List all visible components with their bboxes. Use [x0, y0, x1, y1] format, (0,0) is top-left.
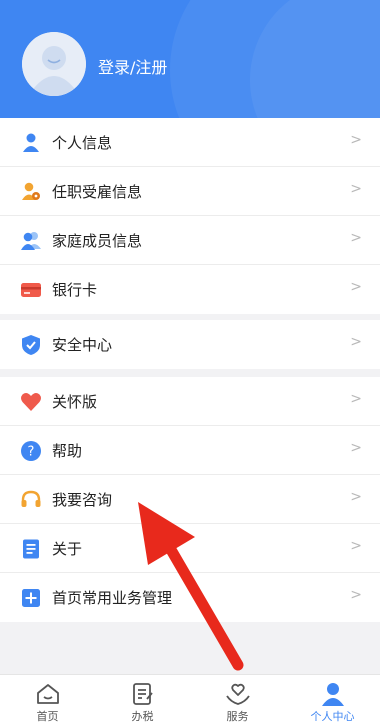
menu-item-label: 家庭成员信息	[52, 232, 143, 250]
avatar-icon	[22, 32, 86, 96]
avatar[interactable]	[22, 32, 86, 96]
chevron-right-icon: >	[350, 230, 362, 246]
menu-item-home-business-manage[interactable]: 首页常用业务管理 >	[0, 573, 380, 622]
svg-text:?: ?	[28, 445, 35, 460]
tab-label: 个人中心	[310, 710, 355, 723]
tab-user-center[interactable]: 个人中心	[285, 675, 380, 726]
menu-item-label: 个人信息	[52, 134, 113, 152]
person-icon	[20, 132, 42, 154]
chevron-right-icon: >	[350, 132, 362, 148]
menu-group-security: 安全中心 >	[0, 320, 380, 369]
tab-label: 服务	[226, 710, 249, 723]
menu-item-label: 首页常用业务管理	[52, 589, 173, 607]
tab-home[interactable]: 首页	[0, 675, 95, 726]
menu-item-employment-info[interactable]: 任职受雇信息 >	[0, 167, 380, 216]
menu-item-family-info[interactable]: 家庭成员信息 >	[0, 216, 380, 265]
tax-form-icon	[133, 683, 153, 705]
login-register-link[interactable]: 登录/注册	[98, 54, 167, 78]
shield-icon	[20, 334, 42, 356]
menu-item-help[interactable]: ? 帮助 >	[0, 426, 380, 475]
menu-item-label: 安全中心	[52, 336, 113, 354]
tab-label: 首页	[36, 710, 59, 723]
user-center-icon	[322, 683, 344, 706]
menu-item-about[interactable]: 关于 >	[0, 524, 380, 573]
menu-item-label: 关于	[52, 540, 83, 558]
menu-item-label: 任职受雇信息	[52, 183, 143, 201]
menu-group-personal: 个人信息 > 任职受雇信息 > 家庭成员信息 > 银行卡 >	[0, 118, 380, 314]
document-icon	[20, 538, 42, 560]
heart-icon	[20, 391, 42, 413]
menu-item-label: 银行卡	[52, 281, 98, 299]
menu-item-personal-info[interactable]: 个人信息 >	[0, 118, 380, 167]
tab-service[interactable]: 服务	[190, 675, 285, 726]
home-icon	[37, 684, 59, 704]
employment-icon	[20, 181, 42, 203]
menu-item-label: 关怀版	[52, 393, 98, 411]
question-icon: ?	[20, 440, 42, 462]
chevron-right-icon: >	[350, 440, 362, 456]
tab-tax[interactable]: 办税	[95, 675, 190, 726]
menu-group-support: 关怀版 > ? 帮助 > 我要咨询 > 关于 > 首页常用业务管理 >	[0, 377, 380, 622]
service-hands-icon	[226, 683, 250, 705]
chevron-right-icon: >	[350, 391, 362, 407]
chevron-right-icon: >	[350, 279, 362, 295]
profile-header: 登录/注册	[0, 0, 380, 118]
menu-item-security-center[interactable]: 安全中心 >	[0, 320, 380, 369]
chevron-right-icon: >	[350, 181, 362, 197]
chevron-right-icon: >	[350, 334, 362, 350]
tab-label: 办税	[131, 710, 154, 723]
bottom-tab-bar: 首页 办税 服务 个人中心	[0, 674, 380, 726]
menu-item-consult[interactable]: 我要咨询 >	[0, 475, 380, 524]
menu-item-care-version[interactable]: 关怀版 >	[0, 377, 380, 426]
menu-item-bank-card[interactable]: 银行卡 >	[0, 265, 380, 314]
chevron-right-icon: >	[350, 538, 362, 554]
chevron-right-icon: >	[350, 587, 362, 603]
family-icon	[20, 230, 42, 252]
chevron-right-icon: >	[350, 489, 362, 505]
plus-square-icon	[20, 587, 42, 609]
menu-item-label: 我要咨询	[52, 491, 113, 509]
bank-card-icon	[20, 279, 42, 301]
menu-item-label: 帮助	[52, 442, 83, 460]
headset-icon	[20, 489, 42, 511]
